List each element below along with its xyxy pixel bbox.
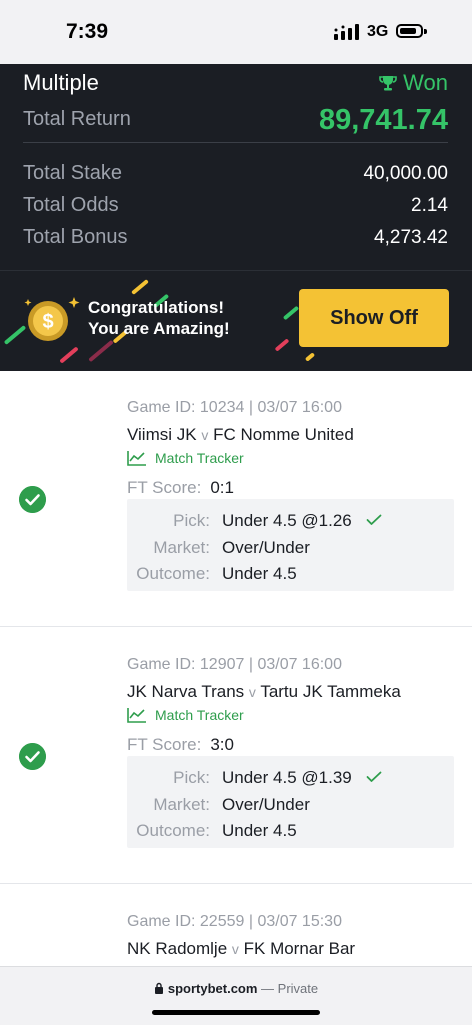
browser-footer: sportybet.com — Private — [0, 966, 472, 1025]
away-team: FC Nomme United — [213, 425, 354, 444]
match-tracker-link[interactable]: Match Tracker — [127, 450, 244, 466]
match-teams: NK Radomlje v FK Mornar Bar — [127, 939, 355, 959]
total-return-value: 89,741.74 — [318, 104, 448, 136]
congrats-line-1: Congratulations! — [88, 298, 224, 317]
bet-type: Multiple — [23, 70, 99, 95]
versus-label: v — [231, 941, 239, 957]
url-domain: sportybet.com — [167, 981, 258, 996]
pick-text: Under 4.5 @1.39 — [222, 768, 352, 787]
confetti-streak — [131, 279, 149, 295]
confetti-streak — [274, 338, 290, 352]
total-bonus-value: 4,273.42 — [374, 227, 448, 248]
ft-score: FT Score: 3:0 — [127, 735, 234, 755]
congrats-line-2: You are Amazing! — [88, 319, 230, 338]
ft-score: FT Score: 0:1 — [127, 478, 234, 498]
total-stake-value: 40,000.00 — [363, 163, 448, 184]
total-bonus-label: Total Bonus — [23, 226, 128, 248]
total-return-label: Total Return — [23, 108, 131, 130]
trophy-icon — [379, 76, 397, 91]
match-tracker-label: Match Tracker — [155, 450, 244, 466]
check-circle-icon — [19, 486, 46, 513]
result-badge: Won — [379, 70, 448, 96]
outcome-value: Under 4.5 — [222, 821, 297, 840]
pick-value: Under 4.5 @1.39 — [222, 768, 382, 788]
check-circle-icon — [19, 743, 46, 770]
ft-score-label: FT Score: — [127, 735, 202, 754]
chart-line-icon — [127, 451, 146, 466]
list-item: Game ID: 10234 | 03/07 16:00 Viimsi JK v… — [0, 370, 472, 627]
check-icon — [367, 514, 382, 525]
ft-score-label: FT Score: — [127, 478, 202, 497]
market-label: Market: — [153, 795, 210, 814]
pick-label: Pick: — [173, 768, 210, 787]
market-value: Over/Under — [222, 795, 310, 814]
market-label: Market: — [153, 538, 210, 557]
ft-score-value: 0:1 — [210, 478, 234, 497]
address-bar[interactable]: sportybet.com — Private — [0, 981, 472, 996]
home-indicator[interactable] — [152, 1010, 320, 1015]
congrats-text: Congratulations! You are Amazing! — [88, 297, 230, 339]
match-tracker-link[interactable]: Match Tracker — [127, 707, 244, 723]
home-team: JK Narva Trans — [127, 682, 245, 701]
confetti-streak — [304, 352, 316, 362]
private-label: — Private — [257, 981, 319, 996]
outcome-label: Outcome: — [136, 821, 210, 840]
outcome-label: Outcome: — [136, 564, 210, 583]
match-teams: JK Narva Trans v Tartu JK Tammeka — [127, 682, 401, 702]
cellular-signal-icon — [334, 24, 359, 40]
game-id: Game ID: 12907 | 03/07 16:00 — [127, 656, 342, 673]
pick-text: Under 4.5 @1.26 — [222, 511, 352, 530]
versus-label: v — [201, 427, 209, 443]
congrats-banner: $ Congratulations! You are Amazing! Show… — [0, 270, 472, 371]
chart-line-icon — [127, 708, 146, 723]
game-id: Game ID: 10234 | 03/07 16:00 — [127, 399, 342, 416]
ft-score-value: 3:0 — [210, 735, 234, 754]
outcome-value: Under 4.5 — [222, 564, 297, 583]
match-teams: Viimsi JK v FC Nomme United — [127, 425, 354, 445]
versus-label: v — [248, 684, 256, 700]
confetti-streak — [88, 339, 114, 363]
pick-value: Under 4.5 @1.26 — [222, 511, 382, 531]
home-team: NK Radomlje — [127, 939, 228, 958]
check-icon — [367, 771, 382, 782]
battery-icon — [396, 24, 427, 38]
divider — [23, 142, 448, 143]
coin-icon: $ — [24, 297, 80, 341]
away-team: FK Mornar Bar — [243, 939, 356, 958]
status-bar: 7:39 3G — [0, 0, 472, 64]
svg-text:$: $ — [42, 311, 53, 333]
market-value: Over/Under — [222, 538, 310, 557]
lock-icon — [154, 982, 163, 994]
pick-label: Pick: — [173, 511, 210, 530]
total-odds-label: Total Odds — [23, 194, 119, 216]
clock: 7:39 — [66, 20, 109, 43]
bet-summary: Multiple Won Total Return 89,741.74 Tota… — [0, 64, 472, 270]
match-tracker-label: Match Tracker — [155, 707, 244, 723]
result-text: Won — [403, 70, 448, 95]
list-item: Game ID: 12907 | 03/07 16:00 JK Narva Tr… — [0, 627, 472, 884]
bet-detail: Pick: Under 4.5 @1.39 Market: Over/Under… — [127, 756, 454, 848]
away-team: Tartu JK Tammeka — [260, 682, 401, 701]
total-odds-value: 2.14 — [411, 195, 448, 216]
total-stake-label: Total Stake — [23, 162, 122, 184]
home-team: Viimsi JK — [127, 425, 197, 444]
confetti-streak — [282, 305, 300, 321]
show-off-button[interactable]: Show Off — [299, 289, 449, 347]
network-type: 3G — [367, 23, 389, 40]
game-id: Game ID: 22559 | 03/07 15:30 — [127, 913, 342, 930]
bet-detail: Pick: Under 4.5 @1.26 Market: Over/Under… — [127, 499, 454, 591]
